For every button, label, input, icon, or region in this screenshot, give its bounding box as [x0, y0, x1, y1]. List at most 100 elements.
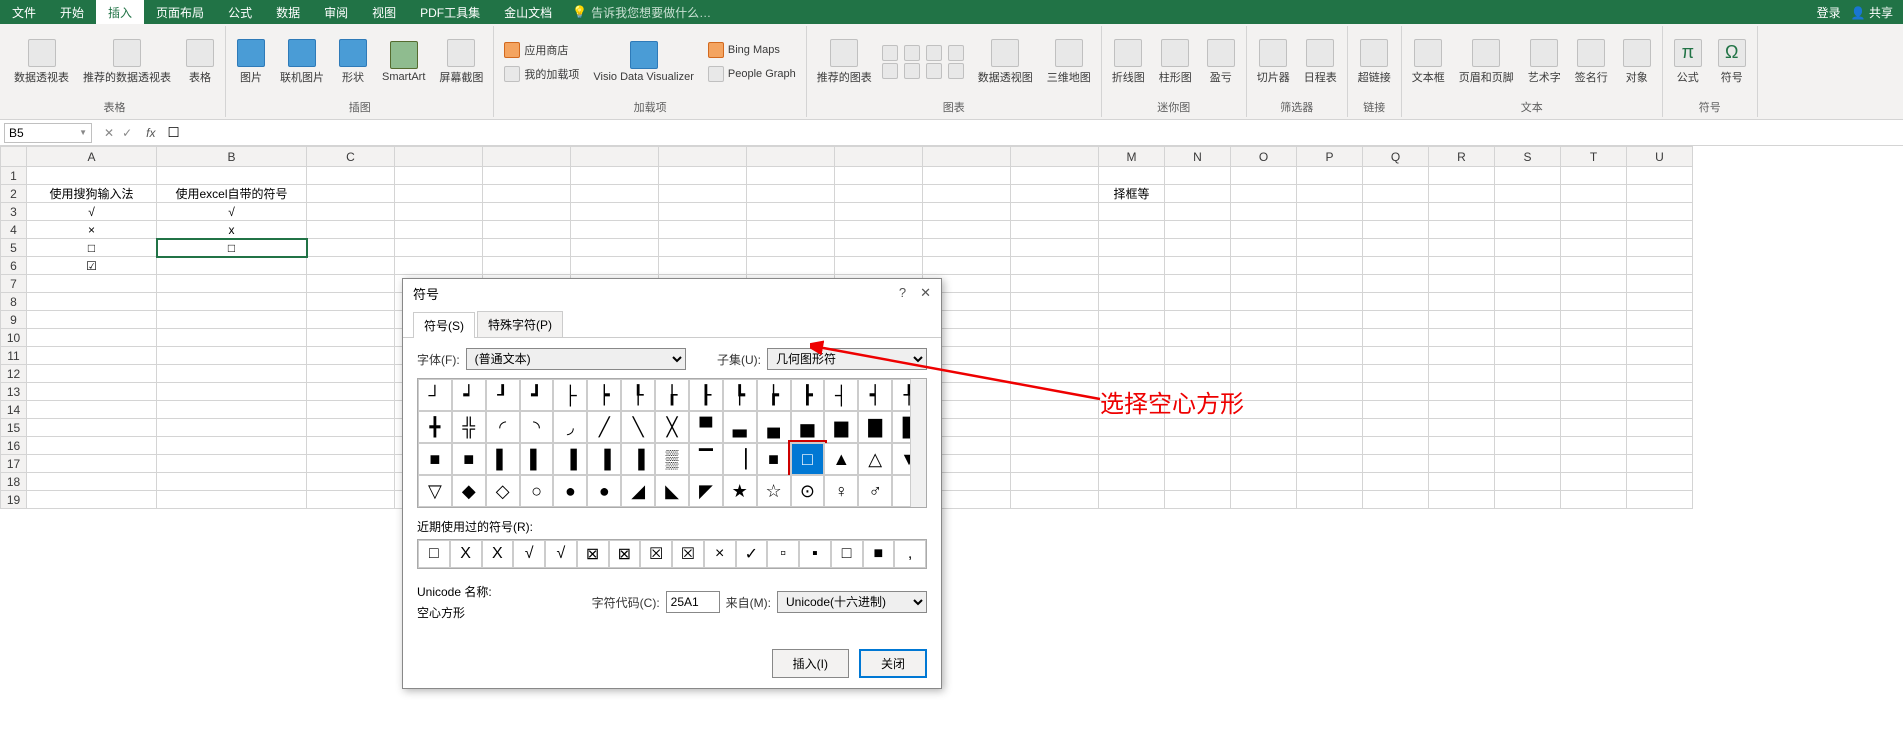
cell[interactable]: [1363, 473, 1429, 491]
cell[interactable]: [1231, 365, 1297, 383]
row-header[interactable]: 7: [1, 275, 27, 293]
cell[interactable]: [747, 257, 835, 275]
cell[interactable]: [747, 239, 835, 257]
row-header[interactable]: 6: [1, 257, 27, 275]
cell[interactable]: [1165, 347, 1231, 365]
screenshot-button[interactable]: 屏幕截图: [435, 37, 487, 87]
row-header[interactable]: 15: [1, 419, 27, 437]
cell[interactable]: [27, 167, 157, 185]
recent-symbol-cell[interactable]: ☒: [672, 540, 704, 568]
cell[interactable]: [307, 239, 395, 257]
recent-symbol-cell[interactable]: ×: [704, 540, 736, 568]
cell[interactable]: [157, 347, 307, 365]
cell[interactable]: [395, 221, 483, 239]
column-header[interactable]: P: [1297, 147, 1363, 167]
cell[interactable]: [1165, 203, 1231, 221]
symbol-cell[interactable]: ┢: [757, 379, 791, 411]
recent-symbol-cell[interactable]: X: [482, 540, 514, 568]
cell[interactable]: [1363, 347, 1429, 365]
cell[interactable]: [157, 383, 307, 401]
sparkline-winloss-button[interactable]: 盈亏: [1202, 37, 1240, 87]
peoplegraph-button[interactable]: People Graph: [704, 64, 800, 84]
cell[interactable]: [835, 167, 923, 185]
cell[interactable]: [1099, 347, 1165, 365]
enter-icon[interactable]: ✓: [122, 126, 132, 140]
cell[interactable]: [1011, 167, 1099, 185]
symbol-cell[interactable]: ▽: [418, 475, 452, 507]
symbol-button[interactable]: Ω符号: [1713, 37, 1751, 87]
cell[interactable]: [1627, 167, 1693, 185]
cell[interactable]: [1231, 311, 1297, 329]
cell[interactable]: [835, 221, 923, 239]
cell[interactable]: [1495, 167, 1561, 185]
tab-pdf[interactable]: PDF工具集: [408, 0, 492, 24]
symbol-cell[interactable]: ┘: [418, 379, 452, 411]
symbol-cell[interactable]: ▐: [587, 443, 621, 475]
row-header[interactable]: 1: [1, 167, 27, 185]
cell[interactable]: ×: [27, 221, 157, 239]
cell[interactable]: [1429, 437, 1495, 455]
cell[interactable]: [1011, 239, 1099, 257]
cancel-icon[interactable]: ✕: [104, 126, 114, 140]
recent-symbol-cell[interactable]: ▫: [767, 540, 799, 568]
cell[interactable]: [1165, 257, 1231, 275]
cell[interactable]: [157, 491, 307, 509]
recent-symbol-cell[interactable]: X: [450, 540, 482, 568]
cell[interactable]: [1363, 221, 1429, 239]
cell[interactable]: [1297, 473, 1363, 491]
cell[interactable]: [1297, 419, 1363, 437]
cell[interactable]: [1627, 293, 1693, 311]
cell[interactable]: [1297, 401, 1363, 419]
cell[interactable]: [157, 275, 307, 293]
cell[interactable]: [1165, 239, 1231, 257]
cell[interactable]: [483, 167, 571, 185]
cell[interactable]: [1561, 473, 1627, 491]
cell[interactable]: [27, 293, 157, 311]
cell[interactable]: [307, 473, 395, 491]
symbol-cell[interactable]: ▲: [824, 443, 858, 475]
tab-file[interactable]: 文件: [0, 0, 48, 24]
sparkline-column-button[interactable]: 柱形图: [1155, 37, 1196, 87]
cell[interactable]: [1429, 365, 1495, 383]
cell[interactable]: [1561, 221, 1627, 239]
cell[interactable]: [1363, 293, 1429, 311]
cell[interactable]: √: [27, 203, 157, 221]
symbol-cell[interactable]: ┥: [858, 379, 892, 411]
chart-type-icon[interactable]: [948, 45, 964, 61]
cell[interactable]: [1297, 221, 1363, 239]
bingmaps-button[interactable]: Bing Maps: [704, 40, 800, 60]
symbol-cell[interactable]: ▐: [621, 443, 655, 475]
cell[interactable]: [1561, 347, 1627, 365]
cell[interactable]: [1297, 383, 1363, 401]
cell[interactable]: [835, 203, 923, 221]
row-header[interactable]: 10: [1, 329, 27, 347]
cell[interactable]: [1561, 383, 1627, 401]
chart-type-icon[interactable]: [948, 63, 964, 79]
cell[interactable]: [1495, 293, 1561, 311]
symbol-cell[interactable]: ▀: [689, 411, 723, 443]
cell[interactable]: [307, 311, 395, 329]
cell[interactable]: [1429, 257, 1495, 275]
cell[interactable]: [307, 257, 395, 275]
row-header[interactable]: 3: [1, 203, 27, 221]
symbol-cell[interactable]: ♂: [858, 475, 892, 507]
cell[interactable]: [1495, 329, 1561, 347]
charcode-input[interactable]: [666, 591, 720, 613]
row-header[interactable]: 13: [1, 383, 27, 401]
cell[interactable]: [1561, 203, 1627, 221]
cell[interactable]: [1165, 455, 1231, 473]
cell[interactable]: [157, 311, 307, 329]
cell[interactable]: [1297, 329, 1363, 347]
cell[interactable]: [1627, 203, 1693, 221]
recommended-charts-button[interactable]: 推荐的图表: [813, 37, 876, 87]
column-header[interactable]: [835, 147, 923, 167]
cell[interactable]: [1231, 221, 1297, 239]
column-header[interactable]: Q: [1363, 147, 1429, 167]
cell[interactable]: [157, 167, 307, 185]
cell[interactable]: [923, 239, 1011, 257]
cell[interactable]: [1011, 491, 1099, 509]
recommended-pivot-button[interactable]: 推荐的数据透视表: [79, 37, 175, 87]
cell[interactable]: [1011, 275, 1099, 293]
chart-type-icon[interactable]: [926, 45, 942, 61]
cell[interactable]: [1099, 239, 1165, 257]
